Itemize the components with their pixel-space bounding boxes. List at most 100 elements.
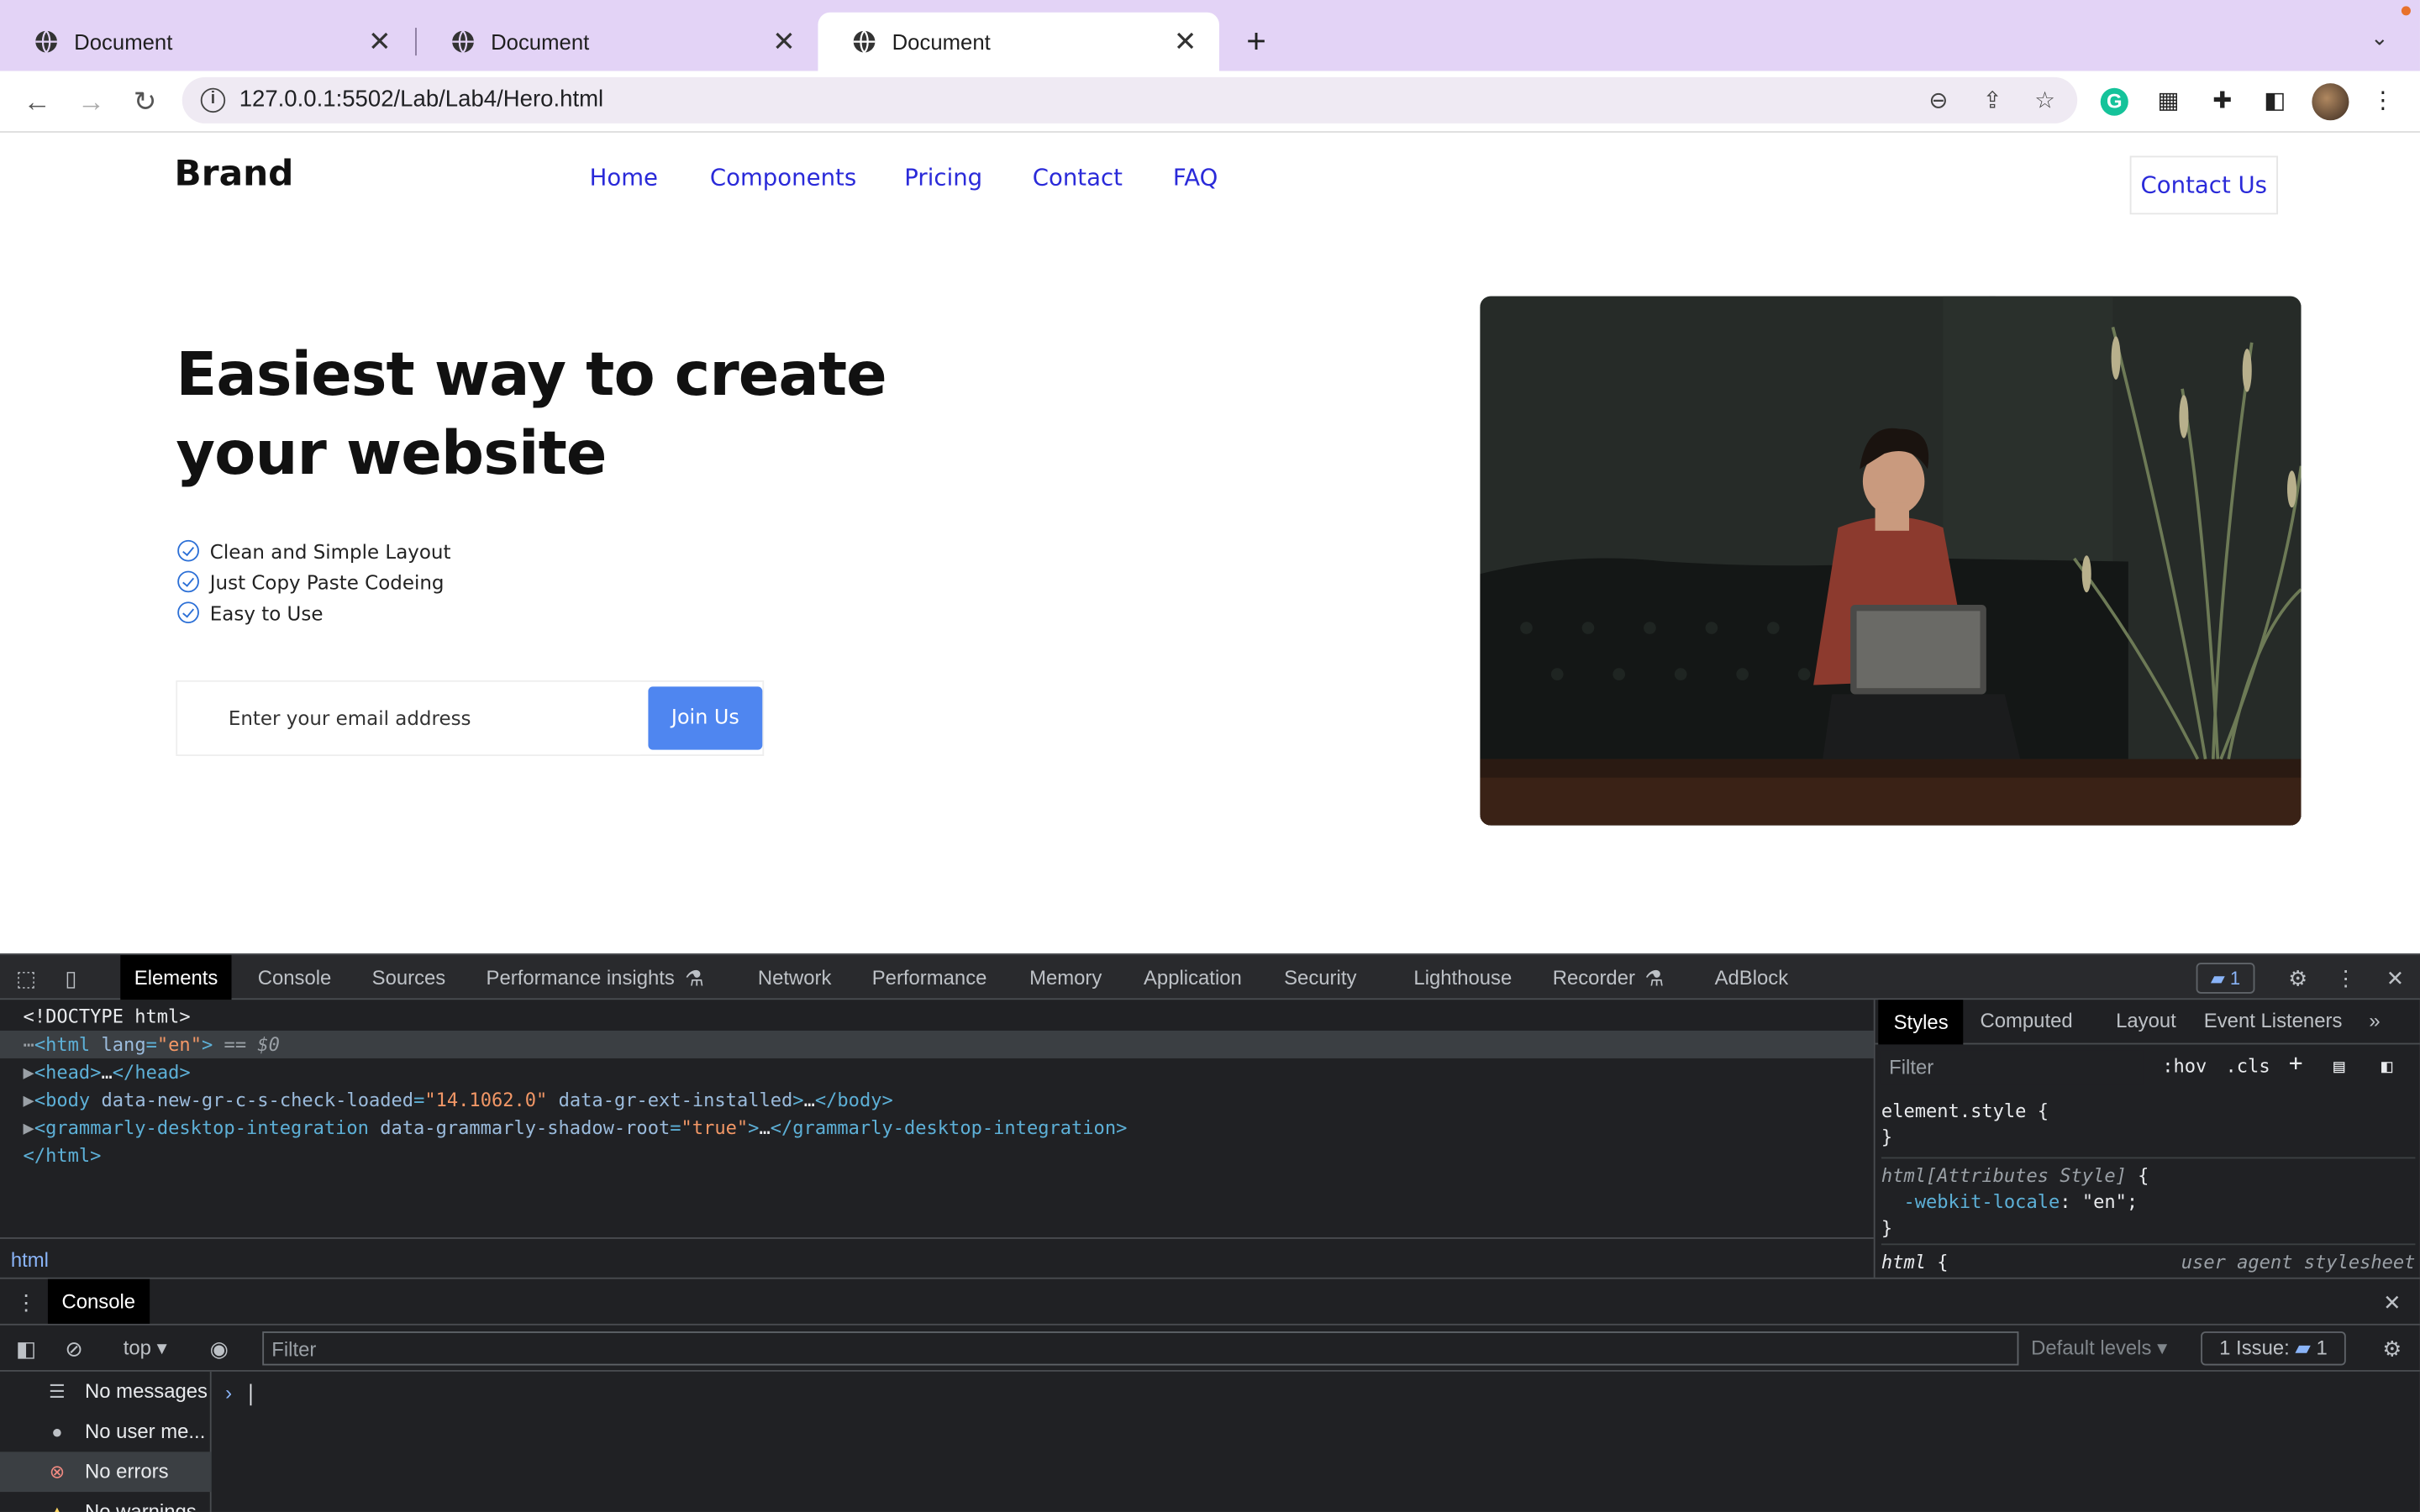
join-us-button[interactable]: Join Us xyxy=(648,686,763,750)
styles-tab-computed[interactable]: Computed xyxy=(1980,1009,2072,1032)
share-icon[interactable]: ⇪ xyxy=(1977,87,2008,114)
sidebar-item-errors[interactable]: ⊗ No errors xyxy=(0,1452,212,1493)
console-sidebar: ☰ No messages ● No user me... ⊗ No errors ▲… xyxy=(0,1371,212,1512)
sidebar-item-messages[interactable]: ☰ No messages xyxy=(0,1372,212,1412)
devtools-tab-adblock[interactable]: AdBlock xyxy=(1701,955,1802,1000)
dom-node-doctype[interactable]: <!DOCTYPE html> xyxy=(24,1003,191,1031)
nav-faq[interactable]: FAQ xyxy=(1173,164,1218,192)
devtools-panel: ⬚ ▯ Elements Console Sources Performance… xyxy=(0,953,2420,1512)
settings-gear-icon[interactable]: ⚙ xyxy=(2284,964,2312,992)
dom-node-grammarly[interactable]: ▶<grammarly-desktop-integration data-gra… xyxy=(24,1114,1128,1142)
calendar-extension-icon[interactable]: ▦ xyxy=(2151,85,2185,118)
close-drawer-icon[interactable]: ✕ xyxy=(2378,1289,2406,1316)
bookmark-star-icon[interactable]: ☆ xyxy=(2029,87,2060,114)
email-input[interactable] xyxy=(177,681,641,755)
cls-toggle[interactable]: .cls xyxy=(2226,1055,2270,1077)
forward-arrow-icon[interactable]: → xyxy=(72,83,109,120)
browser-tab-3-active[interactable]: Document ✕ xyxy=(818,12,1219,71)
console-input-caret[interactable] xyxy=(250,1383,252,1406)
devtools-tab-recorder[interactable]: Recorder xyxy=(1539,955,1649,1000)
default-levels-dropdown[interactable]: Default levels ▾ xyxy=(2031,1335,2179,1362)
hov-toggle[interactable]: :hov xyxy=(2162,1055,2207,1077)
devtools-tab-performance-insights[interactable]: Performance insights xyxy=(472,955,688,1000)
sidebar-item-warnings[interactable]: ▲ No warnings xyxy=(0,1492,212,1512)
console-sidebar-toggle-icon[interactable]: ◧ xyxy=(13,1335,40,1362)
styles-filter-input[interactable]: Filter xyxy=(1881,1050,2144,1085)
side-panel-icon[interactable]: ◧ xyxy=(2258,85,2291,118)
check-circle-icon xyxy=(177,539,199,562)
devtools-tab-console[interactable]: Console xyxy=(244,955,345,1000)
dom-tag-name: grammarly-desktop-integration xyxy=(45,1116,369,1139)
sidebar-item-user-messages[interactable]: ● No user me... xyxy=(0,1412,212,1452)
profile-avatar[interactable] xyxy=(2312,83,2349,121)
nav-components[interactable]: Components xyxy=(710,164,856,192)
devtools-kebab-icon[interactable]: ⋮ xyxy=(2332,964,2360,992)
globe-icon xyxy=(452,29,474,54)
expand-triangle-icon[interactable]: ▶ xyxy=(24,1089,34,1111)
drawer-tab-console[interactable]: Console xyxy=(47,1278,150,1324)
rule-element-style: element.style {} xyxy=(1881,1100,2049,1148)
zoom-out-icon[interactable]: ⊖ xyxy=(1923,87,1954,114)
devtools-tab-security[interactable]: Security xyxy=(1270,955,1370,1000)
close-icon[interactable]: ✕ xyxy=(1173,25,1197,58)
address-bar[interactable]: i 127.0.0.1:5502/Lab/Lab4/Hero.html ⊖ ⇪ … xyxy=(182,76,2078,123)
devtools-tab-sources[interactable]: Sources xyxy=(358,955,460,1000)
browser-toolbar: ← → ↻ i 127.0.0.1:5502/Lab/Lab4/Hero.htm… xyxy=(0,71,2420,133)
issues-badge[interactable]: ▰ 1 xyxy=(2196,963,2255,994)
styles-tab-styles[interactable]: Styles xyxy=(1878,1000,1965,1045)
issues-badge-count: 1 xyxy=(2229,967,2241,990)
context-selector[interactable]: top ▾ xyxy=(114,1335,176,1362)
styles-tab-event-listeners[interactable]: Event Listeners xyxy=(2204,1009,2343,1032)
device-toolbar-icon[interactable]: ▯ xyxy=(57,964,85,992)
browser-tab-2[interactable]: Document ✕ xyxy=(417,13,818,71)
breadcrumb-html[interactable]: html xyxy=(11,1248,49,1272)
nav-home[interactable]: Home xyxy=(590,164,658,192)
toggle-sidebar-icon[interactable]: ◧ xyxy=(2381,1055,2392,1077)
issues-button[interactable]: 1 Issue: ▰ 1 xyxy=(2201,1331,2346,1366)
globe-icon xyxy=(35,29,57,54)
eye-icon[interactable]: ◉ xyxy=(205,1335,233,1362)
nav-pricing[interactable]: Pricing xyxy=(904,164,982,192)
devtools-tab-performance[interactable]: Performance xyxy=(858,955,1001,1000)
reload-icon[interactable]: ↻ xyxy=(127,83,164,120)
browser-tab-1[interactable]: Document ✕ xyxy=(0,13,413,71)
close-icon[interactable]: ✕ xyxy=(367,25,392,58)
dom-node-body[interactable]: ▶<body data-new-gr-c-s-check-loaded="14.… xyxy=(24,1086,893,1114)
console-settings-gear-icon[interactable]: ⚙ xyxy=(2378,1335,2406,1362)
dom-node-html-selected[interactable]: ⋯<html lang="en"> == $0 xyxy=(0,1030,1874,1058)
devtools-tab-lighthouse[interactable]: Lighthouse xyxy=(1400,955,1526,1000)
dom-node-html-close[interactable]: </html> xyxy=(24,1142,102,1169)
site-info-icon[interactable]: i xyxy=(200,87,226,113)
inspect-element-icon[interactable]: ⬚ xyxy=(13,964,40,992)
grammarly-extension-icon[interactable]: G xyxy=(2100,87,2128,116)
brand-logo[interactable]: Brand xyxy=(175,155,294,195)
close-devtools-icon[interactable]: ✕ xyxy=(2381,964,2409,992)
close-icon[interactable]: ✕ xyxy=(771,25,796,58)
nav-contact[interactable]: Contact xyxy=(1033,164,1123,192)
clear-console-icon[interactable]: ⊘ xyxy=(60,1335,88,1362)
devtools-tab-elements[interactable]: Elements xyxy=(120,954,232,1000)
paint-brush-icon[interactable]: ▤ xyxy=(2333,1055,2344,1077)
url-text[interactable]: 127.0.0.1:5502/Lab/Lab4/Hero.html xyxy=(239,87,603,113)
breadcrumb: html xyxy=(0,1237,1874,1278)
more-tabs-chevron-icon[interactable]: » xyxy=(2369,1009,2380,1032)
sidebar-item-label: No errors xyxy=(85,1459,169,1483)
hero-photo xyxy=(1480,296,2302,826)
devtools-tab-network[interactable]: Network xyxy=(744,955,845,1000)
styles-tab-layout[interactable]: Layout xyxy=(2116,1009,2176,1032)
new-rule-plus-icon[interactable]: + xyxy=(2289,1049,2303,1077)
expand-triangle-icon[interactable]: ▶ xyxy=(24,1062,34,1084)
new-tab-button[interactable]: + xyxy=(1241,22,1272,62)
tab-search-chevron-icon[interactable]: ⌄ xyxy=(2370,24,2389,50)
expand-triangle-icon[interactable]: ▶ xyxy=(24,1117,34,1139)
back-arrow-icon[interactable]: ← xyxy=(18,83,55,120)
devtools-tab-application[interactable]: Application xyxy=(1129,955,1255,1000)
kebab-menu-icon[interactable]: ⋮ xyxy=(2366,85,2400,118)
dom-node-head[interactable]: ▶<head>…</head> xyxy=(24,1058,191,1086)
contact-us-button[interactable]: Contact Us xyxy=(2129,155,2278,215)
console-filter-input[interactable]: Filter xyxy=(262,1331,2019,1366)
extensions-puzzle-icon[interactable]: ✚ xyxy=(2206,85,2239,118)
devtools-tab-memory[interactable]: Memory xyxy=(1016,955,1116,1000)
rule-attributes-style: html[Attributes Style] { -webkit-locale:… xyxy=(1881,1157,2416,1242)
drawer-kebab-icon[interactable]: ⋮ xyxy=(13,1289,40,1316)
